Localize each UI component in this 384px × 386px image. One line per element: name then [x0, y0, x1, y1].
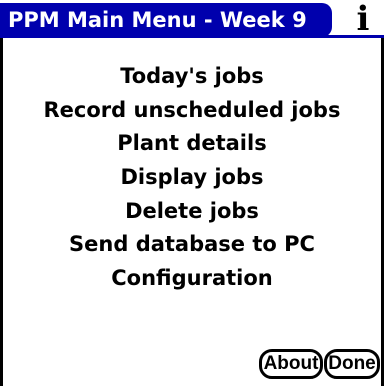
menu-item-delete-jobs[interactable]: Delete jobs [3, 195, 381, 229]
info-icon[interactable]: i [348, 1, 378, 37]
palm-screen: PPM Main Menu - Week 9 i Today's jobs Re… [0, 0, 384, 386]
about-button[interactable]: About [259, 349, 323, 379]
title-bar: PPM Main Menu - Week 9 [0, 3, 332, 37]
menu-item-plant-details[interactable]: Plant details [3, 127, 381, 161]
done-button[interactable]: Done [324, 349, 380, 379]
menu-item-configuration[interactable]: Configuration [3, 262, 381, 296]
page-title: PPM Main Menu - Week 9 [8, 8, 307, 32]
main-menu: Today's jobs Record unscheduled jobs Pla… [3, 60, 381, 296]
menu-item-display-jobs[interactable]: Display jobs [3, 161, 381, 195]
menu-item-send-database-to-pc[interactable]: Send database to PC [3, 228, 381, 262]
title-underline [0, 35, 384, 38]
menu-item-todays-jobs[interactable]: Today's jobs [3, 60, 381, 94]
menu-item-record-unscheduled-jobs[interactable]: Record unscheduled jobs [3, 94, 381, 128]
